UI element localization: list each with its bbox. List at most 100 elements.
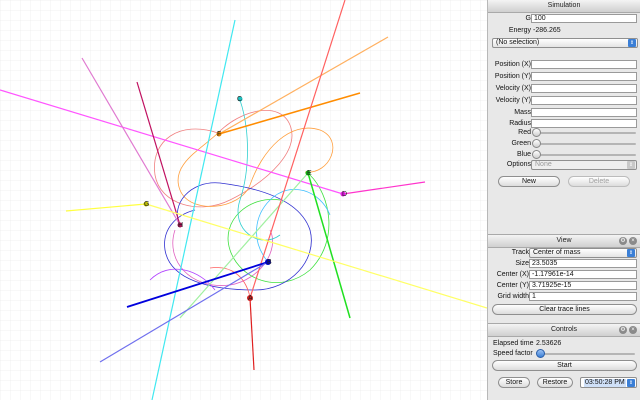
track-select[interactable]: Center of mass ⇕ xyxy=(529,248,637,258)
speed-slider[interactable] xyxy=(536,349,635,359)
slider-knob[interactable] xyxy=(532,128,541,137)
view-title: View xyxy=(556,237,572,244)
gear-icon[interactable]: ⚙ xyxy=(619,237,627,245)
position-x-row: Position (X) xyxy=(488,60,640,70)
close-icon[interactable]: × xyxy=(629,237,637,245)
track-select-value: Center of mass xyxy=(533,249,581,256)
gear-icon[interactable]: ⚙ xyxy=(619,326,627,334)
start-button[interactable]: Start xyxy=(492,360,637,371)
velocity-x-row: Velocity (X) xyxy=(488,84,640,94)
body-label: C xyxy=(237,96,242,103)
options-label: Options xyxy=(506,161,531,168)
body-select-value: (No selection) xyxy=(496,39,540,46)
slider-track xyxy=(533,143,636,145)
energy-row: Energy -286.265 xyxy=(488,26,640,36)
velocity-y-row: Velocity (Y) xyxy=(488,96,640,106)
mass-label: Mass xyxy=(514,109,531,116)
mass-field[interactable] xyxy=(531,108,637,117)
speed-row: Speed factor xyxy=(488,349,640,359)
body-label: H xyxy=(178,222,183,229)
controls-title: Controls xyxy=(550,326,578,333)
body-select[interactable]: (No selection) ⇕ xyxy=(492,38,638,48)
green-slider[interactable] xyxy=(532,139,636,149)
body-label: F xyxy=(217,131,221,138)
energy-label: Energy xyxy=(508,27,531,34)
grid-width-label: Grid width xyxy=(497,293,529,300)
center-y-field[interactable]: 3.71925e-15 xyxy=(529,281,637,290)
center-y-row: Center (Y) 3.71925e-15 xyxy=(488,281,640,291)
blue-row: Blue xyxy=(488,150,640,160)
simulation-title: Simulation xyxy=(547,2,581,9)
restore-button[interactable]: Restore xyxy=(537,377,573,388)
elapsed-value: 2.53626 xyxy=(536,340,562,347)
inspector-panel: Simulation G 100 Energy -286.265 (No sel… xyxy=(487,0,640,400)
red-slider[interactable] xyxy=(532,128,636,138)
options-select-value: None xyxy=(535,161,552,168)
options-row: Options None ⇕ xyxy=(488,160,640,170)
position-y-label: Position (Y) xyxy=(494,73,531,80)
blue-slider[interactable] xyxy=(532,150,636,160)
elapsed-row: Elapsed time 2.53626 xyxy=(488,339,640,349)
elapsed-label: Elapsed time xyxy=(493,340,534,347)
delete-button[interactable]: Delete xyxy=(568,176,630,187)
simulation-header: Simulation xyxy=(488,0,640,13)
energy-value: -286.265 xyxy=(533,27,561,34)
size-field[interactable]: 23.5035 xyxy=(529,259,637,268)
time-stepper[interactable]: 03:50:28 PM ⇕ xyxy=(580,377,637,388)
size-label: Size xyxy=(515,260,529,267)
options-select[interactable]: None ⇕ xyxy=(531,160,637,170)
green-label: Green xyxy=(511,140,531,147)
stepper-arrows-icon[interactable]: ⇕ xyxy=(627,379,635,387)
grid-background xyxy=(0,0,487,400)
velocity-y-field[interactable] xyxy=(531,96,637,105)
body-label: B xyxy=(267,259,272,266)
body-label: G xyxy=(144,201,149,208)
size-row: Size 23.5035 xyxy=(488,259,640,269)
slider-knob[interactable] xyxy=(536,349,545,358)
position-y-row: Position (Y) xyxy=(488,72,640,82)
time-value: 03:50:28 PM xyxy=(584,379,626,387)
radius-label: Radius xyxy=(509,120,531,127)
simulation-canvas[interactable]: C D E A B F G H I xyxy=(0,0,487,400)
track-row: Track Center of mass ⇕ xyxy=(488,248,640,258)
velocity-y-label: Velocity (Y) xyxy=(495,97,531,104)
body-label: E xyxy=(307,170,312,177)
velocity-x-label: Velocity (X) xyxy=(495,85,531,92)
select-arrows-icon: ⇕ xyxy=(628,39,636,47)
slider-knob[interactable] xyxy=(532,150,541,159)
center-x-field[interactable]: -1.17961e-14 xyxy=(529,270,637,279)
center-x-label: Center (X) xyxy=(496,271,529,278)
slider-track xyxy=(537,353,635,355)
radius-field[interactable] xyxy=(531,119,637,128)
view-header: View ⚙ × xyxy=(488,234,640,248)
new-button[interactable]: New xyxy=(498,176,560,187)
store-button[interactable]: Store xyxy=(498,377,530,388)
position-x-label: Position (X) xyxy=(494,61,531,68)
body-label: A xyxy=(248,295,253,302)
center-y-label: Center (Y) xyxy=(496,282,529,289)
track-label: Track xyxy=(511,249,529,256)
grid-width-field[interactable]: 1 xyxy=(529,292,637,301)
speed-label: Speed factor xyxy=(493,350,533,357)
grid-width-row: Grid width 1 xyxy=(488,292,640,302)
red-row: Red xyxy=(488,128,640,138)
blue-label: Blue xyxy=(516,151,531,158)
select-arrows-icon: ⇕ xyxy=(627,249,635,257)
green-row: Green xyxy=(488,139,640,149)
slider-track xyxy=(533,154,636,156)
red-label: Red xyxy=(518,129,531,136)
velocity-x-field[interactable] xyxy=(531,84,637,93)
g-field[interactable]: 100 xyxy=(531,14,637,23)
close-icon[interactable]: × xyxy=(629,326,637,334)
position-x-field[interactable] xyxy=(531,60,637,69)
mass-row: Mass xyxy=(488,108,640,118)
controls-header: Controls ⚙ × xyxy=(488,323,640,337)
center-x-row: Center (X) -1.17961e-14 xyxy=(488,270,640,280)
slider-knob[interactable] xyxy=(532,139,541,148)
body-label: D xyxy=(342,191,347,198)
slider-track xyxy=(533,132,636,134)
select-arrows-icon: ⇕ xyxy=(627,161,635,169)
position-y-field[interactable] xyxy=(531,72,637,81)
g-row: G 100 xyxy=(488,14,640,24)
clear-trace-lines-button[interactable]: Clear trace lines xyxy=(492,304,637,315)
